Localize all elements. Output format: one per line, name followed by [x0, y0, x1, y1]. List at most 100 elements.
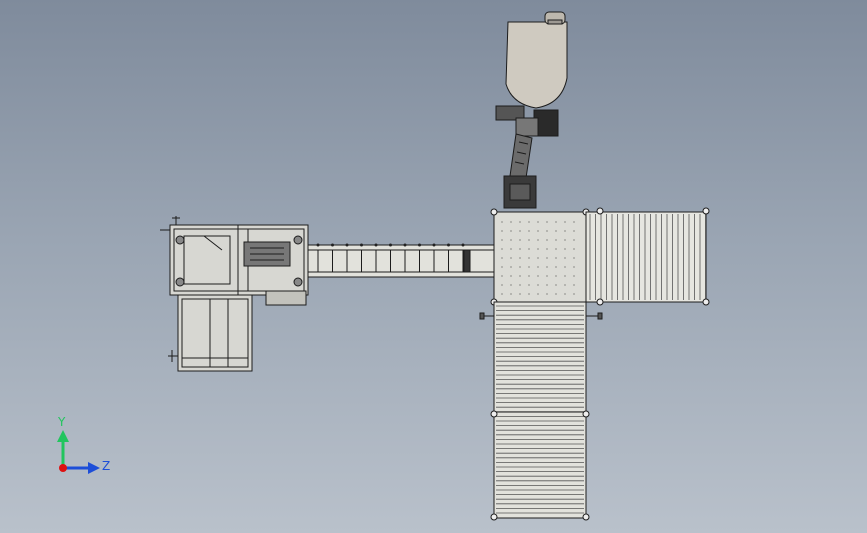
perforation	[501, 284, 503, 286]
perforation	[555, 266, 557, 268]
perforation	[573, 257, 575, 259]
perforation	[528, 293, 530, 295]
horizontal-conveyor[interactable]	[307, 243, 495, 278]
perforation	[528, 230, 530, 232]
robot-joint-upper	[515, 117, 539, 137]
perforation	[519, 275, 521, 277]
perforation	[528, 221, 530, 223]
perforation	[564, 293, 566, 295]
perforation	[573, 284, 575, 286]
perforation	[573, 266, 575, 268]
perforation	[519, 221, 521, 223]
perforation	[501, 257, 503, 259]
left-machine-frame[interactable]	[160, 216, 309, 372]
conveyor-slat-bolt	[461, 243, 465, 247]
perforation	[546, 266, 548, 268]
vertical-conveyor-corner-2	[582, 410, 590, 418]
perforation	[573, 239, 575, 241]
perforation	[555, 239, 557, 241]
hopper-nozzle	[547, 19, 563, 25]
perforation	[546, 230, 548, 232]
robot-arm[interactable]	[495, 11, 568, 209]
perforation	[564, 275, 566, 277]
perforation	[537, 257, 539, 259]
conveyor-slat-bolt	[360, 243, 363, 247]
vertical-conveyor[interactable]	[479, 301, 603, 521]
conveyor-slat-bolt	[374, 243, 378, 247]
perforation	[537, 266, 539, 268]
perforation	[546, 248, 548, 250]
perforation	[501, 221, 503, 223]
conveyor-slat-bolt	[316, 243, 320, 247]
perforation	[546, 284, 548, 286]
perforation	[510, 293, 512, 295]
cad-viewport[interactable]: Y Z	[0, 0, 867, 533]
perforation	[519, 248, 521, 250]
perforation	[519, 284, 521, 286]
conveyor-slat-bolt	[345, 243, 349, 247]
conveyor-slat-bolt	[418, 243, 421, 247]
perforation	[537, 248, 539, 250]
conveyor-slat-bolt	[432, 243, 436, 247]
perforation	[510, 266, 512, 268]
perforation	[510, 284, 512, 286]
table-corner-1	[490, 208, 498, 216]
perforation	[510, 230, 512, 232]
perforation	[501, 293, 503, 295]
perforation	[573, 275, 575, 277]
vertical-conveyor-corner-3	[490, 513, 498, 521]
perforation	[564, 239, 566, 241]
side-guide-right-cap	[597, 312, 603, 320]
perforation	[528, 239, 530, 241]
conveyor-slat-bolt	[389, 243, 392, 247]
machine-bolt-1	[175, 235, 185, 245]
perforation	[528, 275, 530, 277]
vertical-conveyor-corner-1	[490, 410, 498, 418]
machine-lower-frame	[177, 294, 253, 372]
perforation	[546, 293, 548, 295]
perforation	[510, 248, 512, 250]
perforation	[519, 266, 521, 268]
right-conveyor-corner-4	[702, 298, 710, 306]
triad-origin	[59, 464, 67, 472]
perforation	[573, 230, 575, 232]
right-conveyor-corner-1	[596, 207, 604, 215]
conveyor-slat-bolt	[403, 243, 407, 247]
perforation	[555, 230, 557, 232]
perforation	[501, 239, 503, 241]
perforation	[510, 221, 512, 223]
right-conveyor-bed	[585, 211, 707, 303]
perforation	[555, 275, 557, 277]
perforation	[510, 257, 512, 259]
perforation	[528, 248, 530, 250]
perforation	[546, 275, 548, 277]
z-axis-label: Z	[102, 459, 110, 473]
perforation	[501, 266, 503, 268]
perforation	[519, 230, 521, 232]
conveyor-slat-bolt	[331, 243, 334, 247]
perforation	[573, 248, 575, 250]
right-roller-conveyor[interactable]	[585, 207, 710, 306]
perforation	[501, 275, 503, 277]
orientation-triad[interactable]: Y Z	[57, 415, 110, 474]
perforation	[555, 293, 557, 295]
perforation	[546, 257, 548, 259]
perforation	[546, 239, 548, 241]
infeed-table[interactable]	[490, 208, 590, 306]
robot-base-plate	[509, 183, 531, 201]
z-axis-arrow-head	[88, 462, 100, 474]
perforation	[519, 257, 521, 259]
machine-bolt-2	[175, 277, 185, 287]
perforation	[564, 230, 566, 232]
perforation	[564, 248, 566, 250]
perforation	[537, 221, 539, 223]
side-guide-left-cap	[479, 312, 485, 320]
perforation	[555, 284, 557, 286]
perforation	[537, 293, 539, 295]
perforation	[555, 257, 557, 259]
right-conveyor-corner-3	[596, 298, 604, 306]
perforation	[573, 293, 575, 295]
perforation	[555, 248, 557, 250]
y-axis-label: Y	[57, 415, 66, 429]
perforation	[555, 221, 557, 223]
